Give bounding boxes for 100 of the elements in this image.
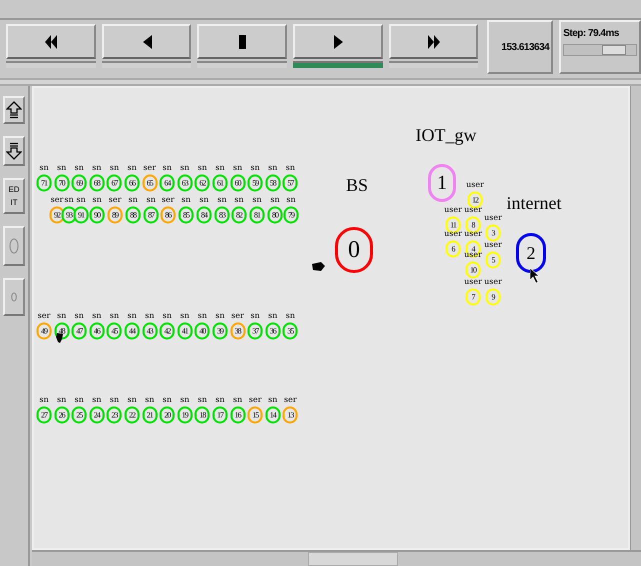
- network-node: 5: [486, 252, 500, 268]
- network-node: 9: [486, 288, 500, 306]
- node-label: sn: [180, 396, 190, 404]
- down-arrow-icon: [6, 142, 22, 160]
- node-label: sn: [74, 164, 84, 172]
- network-node: 79: [284, 206, 298, 224]
- node-label: sn: [162, 396, 172, 404]
- network-node: 66: [124, 174, 140, 192]
- network-node: 68: [89, 174, 104, 192]
- edit-button[interactable]: EDIT: [3, 178, 25, 214]
- network-node: 69: [72, 174, 87, 192]
- horizontal-scrollbar[interactable]: [32, 550, 641, 566]
- node-label: ser: [162, 196, 174, 204]
- network-node: 41: [177, 322, 192, 340]
- node-label: sn: [232, 396, 242, 404]
- node-label: sn: [250, 164, 260, 172]
- vertical-scrollbar[interactable]: [630, 86, 641, 550]
- playback-button[interactable]: [388, 24, 478, 59]
- node-label: sn: [92, 164, 102, 172]
- node-label: internet: [506, 193, 562, 213]
- network-node: 65: [142, 174, 158, 192]
- node-label: sn: [110, 396, 120, 404]
- network-node: 84: [196, 206, 212, 224]
- network-node: 92: [50, 206, 64, 224]
- playback-button[interactable]: [197, 24, 288, 59]
- network-node: 46: [89, 322, 104, 340]
- network-node: 25: [72, 406, 87, 424]
- tool-button[interactable]: [3, 136, 25, 166]
- node-label: sn: [128, 196, 138, 204]
- time-readout: 153.613634: [501, 40, 550, 54]
- network-node: 82: [232, 206, 246, 224]
- node-label: sn: [268, 396, 278, 404]
- scrollbar-thumb[interactable]: [308, 552, 398, 566]
- mouse-cursor-icon: [530, 268, 540, 284]
- network-node: 57: [282, 174, 298, 192]
- node-label: sn: [270, 196, 280, 204]
- node-label: sn: [92, 312, 102, 320]
- tool-button[interactable]: [3, 96, 25, 124]
- network-node: 39: [212, 322, 228, 340]
- playback-button[interactable]: [6, 24, 96, 59]
- network-node: 63: [177, 174, 192, 192]
- network-node: 43: [142, 322, 158, 340]
- network-node: 18: [194, 406, 210, 424]
- network-node: 85: [178, 206, 194, 224]
- network-node: 40: [194, 322, 210, 340]
- network-node: 12: [468, 192, 482, 208]
- network-node: 47: [72, 322, 87, 340]
- network-node: 49: [36, 322, 52, 340]
- network-node: 91: [74, 206, 88, 224]
- network-node: 83: [214, 206, 230, 224]
- node-label: sn: [92, 396, 102, 404]
- network-node: 13: [282, 406, 298, 424]
- network-node: 61: [212, 174, 228, 192]
- step-label: Step: 79.4ms: [563, 27, 620, 41]
- slider-thumb[interactable]: [602, 45, 626, 55]
- node-label: sn: [180, 164, 190, 172]
- node-label: sn: [127, 164, 137, 172]
- network-node: 81: [250, 206, 264, 224]
- node-label: sn: [110, 164, 120, 172]
- small-circle-icon: [11, 292, 17, 302]
- node-label: sn: [181, 196, 191, 204]
- node-label: sn: [74, 312, 84, 320]
- node-label: sn: [56, 396, 66, 404]
- node-label: sn: [110, 312, 120, 320]
- network-node: 10: [466, 262, 480, 278]
- network-node: 23: [106, 406, 122, 424]
- node-label: sn: [252, 196, 262, 204]
- node-label: sn: [268, 312, 278, 320]
- network-node: 21: [142, 406, 158, 424]
- network-node: 35: [282, 322, 298, 340]
- step-slider[interactable]: [563, 44, 637, 56]
- node-label: sn: [198, 312, 208, 320]
- node-label: user: [484, 278, 502, 286]
- network-node: 44: [124, 322, 140, 340]
- network-node: 6: [446, 240, 460, 258]
- network-node: 88: [126, 206, 140, 224]
- node-label: sn: [39, 396, 49, 404]
- network-node: 15: [248, 406, 263, 424]
- fast-forward-icon: [428, 34, 440, 48]
- node-label: sn: [286, 164, 296, 172]
- rewind-icon: [44, 34, 57, 48]
- node-label: sn: [64, 196, 74, 204]
- circle-icon: [9, 238, 19, 254]
- node-label: IOT_gw: [416, 125, 476, 145]
- network-node: 71: [36, 174, 52, 192]
- network-node: 58: [265, 174, 280, 192]
- node-label: sn: [198, 164, 208, 172]
- node-label: sn: [162, 312, 172, 320]
- node-label: sn: [234, 196, 244, 204]
- node-label: user: [466, 181, 484, 189]
- node-label: ser: [143, 164, 156, 172]
- node-label: sn: [198, 396, 208, 404]
- node-label: sn: [146, 196, 156, 204]
- node-label: BS: [346, 175, 368, 195]
- node-label: user: [464, 278, 482, 286]
- network-node: 42: [160, 322, 175, 340]
- network-node: 24: [89, 406, 104, 424]
- network-node: 87: [144, 206, 158, 224]
- network-node: 67: [106, 174, 122, 192]
- node-label: sn: [56, 164, 66, 172]
